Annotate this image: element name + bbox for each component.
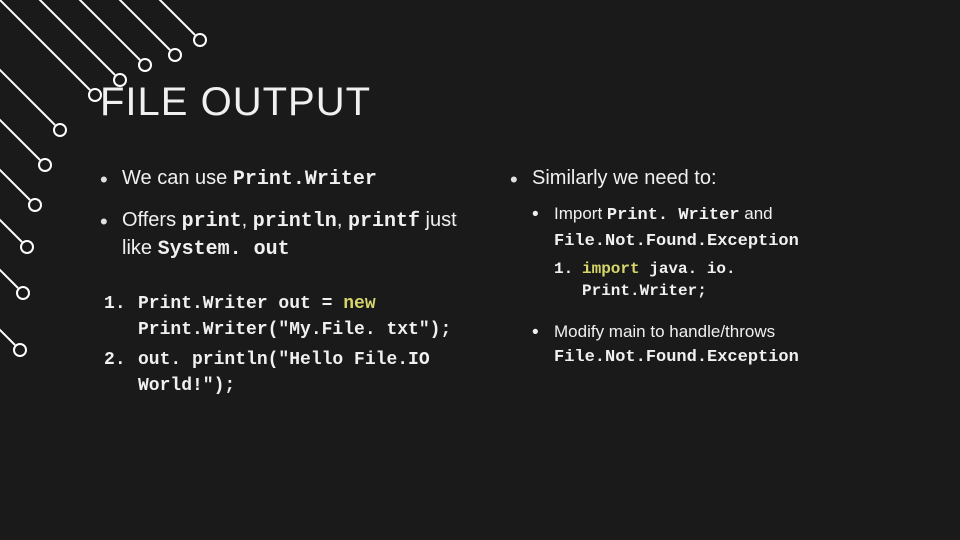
code-text: Print.Writer("My.File. txt"); [138, 320, 451, 340]
code-text: printf [348, 210, 420, 233]
subbullet-import: Import Print. Writer and File.Not.Found.… [532, 202, 870, 302]
bullet-similarly: Similarly we need to: Import Print. Writ… [510, 165, 870, 370]
text: , [242, 209, 253, 231]
keyword-new: new [343, 294, 375, 314]
code-text: Print.Writer out = [138, 294, 343, 314]
code-line-2: out. println("Hello File.IO World!"); [104, 347, 480, 399]
text: Modify main to handle/throws [554, 322, 775, 341]
text: , [337, 209, 348, 231]
bullet-use-printwriter: We can use Print.Writer [100, 165, 480, 193]
import-line: import java. io. Print.Writer; [554, 258, 870, 303]
text: Similarly we need to: [532, 167, 717, 189]
code-text: File.Not.Found.Exception [554, 348, 799, 367]
code-text: out. println("Hello File.IO World!"); [138, 350, 430, 396]
bullet-offers-methods: Offers print, println, printf just like … [100, 207, 480, 263]
left-column: We can use Print.Writer Offers print, pr… [100, 165, 480, 403]
text: Import [554, 204, 607, 223]
import-code: import java. io. Print.Writer; [554, 258, 870, 303]
right-column: Similarly we need to: Import Print. Writ… [510, 165, 870, 403]
code-text: File.Not.Found.Exception [554, 232, 799, 251]
text: Offers [122, 209, 182, 231]
code-text: println [253, 210, 337, 233]
code-text: print [182, 210, 242, 233]
keyword-import: import [582, 260, 640, 278]
code-text: Print. Writer [607, 206, 740, 225]
code-block-left: Print.Writer out = new Print.Writer("My.… [104, 291, 480, 399]
code-text: System. out [158, 238, 290, 261]
slide-title: FILE OUTPUT [100, 80, 870, 125]
text: and [740, 204, 773, 223]
text: We can use [122, 167, 233, 189]
subbullet-modify-main: Modify main to handle/throws File.Not.Fo… [532, 320, 870, 370]
code-text: Print.Writer [233, 168, 377, 191]
code-line-1: Print.Writer out = new Print.Writer("My.… [104, 291, 480, 343]
slide-content: FILE OUTPUT We can use Print.Writer Offe… [0, 0, 960, 443]
